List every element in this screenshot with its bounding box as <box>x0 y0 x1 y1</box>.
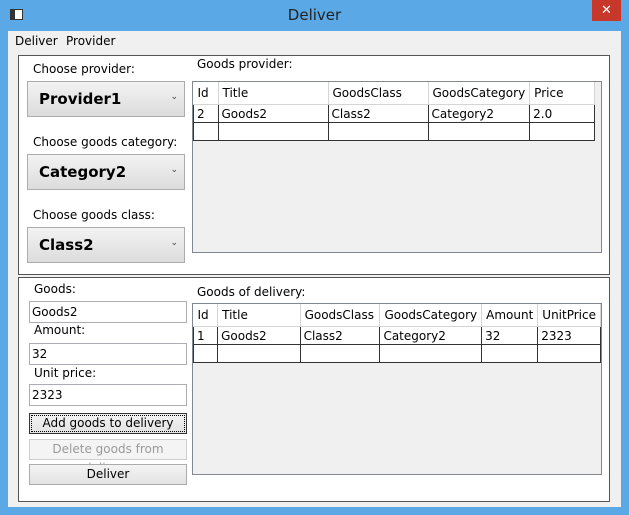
cell-empty[interactable] <box>193 122 219 141</box>
cell-title[interactable]: Goods2 <box>217 326 301 345</box>
cell-empty[interactable] <box>427 122 531 141</box>
category-combobox[interactable]: Category2 ⌄ <box>27 154 185 190</box>
class-value: Class2 <box>39 236 94 254</box>
goods-label: Goods: <box>34 282 76 296</box>
cell-empty[interactable] <box>327 122 429 141</box>
new-row[interactable] <box>193 122 596 141</box>
cell-empty[interactable] <box>217 122 329 141</box>
cell-empty[interactable] <box>217 344 301 363</box>
delete-goods-button[interactable]: Delete goods from delivery <box>29 439 187 475</box>
chevron-down-icon: ⌄ <box>170 92 178 102</box>
category-label: Choose goods category: <box>33 135 178 149</box>
column-header-goodsclass[interactable]: GoodsClass <box>328 82 429 105</box>
column-header-amount[interactable]: Amount <box>481 304 539 327</box>
cell-empty[interactable] <box>193 344 219 363</box>
column-header-unitprice[interactable]: UnitPrice <box>537 304 601 327</box>
provider-combobox[interactable]: Provider1 ⌄ <box>27 81 185 117</box>
grid-header-row: Id Title GoodsClass GoodsCategory Price <box>193 82 596 105</box>
close-icon: ✕ <box>601 3 612 18</box>
cell-empty[interactable] <box>537 344 601 363</box>
client-area: Deliver Provider Choose provider: Provid… <box>8 31 621 507</box>
table-row[interactable]: 1 Goods2 Class2 Category2 32 2323 <box>193 326 601 345</box>
window-title: Deliver <box>287 6 342 24</box>
grid-header-row: Id Title GoodsClass GoodsCategory Amount… <box>193 304 601 327</box>
new-row[interactable] <box>193 344 601 363</box>
amount-field[interactable]: 32 <box>29 343 187 365</box>
cell-title[interactable]: Goods2 <box>217 104 329 123</box>
cell-goodscategory[interactable]: Category2 <box>427 104 531 123</box>
unit-price-label: Unit price: <box>34 366 97 380</box>
column-header-price[interactable]: Price <box>529 82 596 105</box>
provider-value: Provider1 <box>39 90 122 108</box>
cell-goodsclass[interactable]: Class2 <box>299 326 381 345</box>
goods-provider-title: Goods provider: <box>197 57 293 71</box>
cell-empty[interactable] <box>529 122 596 141</box>
cell-goodsclass[interactable]: Class2 <box>327 104 429 123</box>
column-header-goodscategory[interactable]: GoodsCategory <box>428 82 531 105</box>
app-window: Deliver ✕ Deliver Provider Choose provid… <box>0 0 629 515</box>
column-header-id[interactable]: Id <box>193 82 219 105</box>
cell-amount[interactable]: 32 <box>481 326 539 345</box>
menu-deliver[interactable]: Deliver <box>15 34 58 48</box>
chevron-down-icon: ⌄ <box>170 165 178 175</box>
cell-id[interactable]: 2 <box>193 104 219 123</box>
category-value: Category2 <box>39 163 127 181</box>
cell-goodscategory[interactable]: Category2 <box>379 326 483 345</box>
class-combobox[interactable]: Class2 ⌄ <box>27 227 185 263</box>
table-row[interactable]: 2 Goods2 Class2 Category2 2.0 <box>193 104 596 123</box>
title-bar[interactable]: Deliver ✕ <box>0 0 629 31</box>
column-header-title[interactable]: Title <box>218 82 329 105</box>
chevron-down-icon: ⌄ <box>170 238 178 248</box>
goods-of-delivery-title: Goods of delivery: <box>197 285 306 299</box>
cell-empty[interactable] <box>379 344 483 363</box>
goods-provider-grid[interactable]: Id Title GoodsClass GoodsCategory Price … <box>192 81 602 253</box>
close-button[interactable]: ✕ <box>592 0 621 21</box>
column-header-goodsclass[interactable]: GoodsClass <box>300 304 381 327</box>
goods-field[interactable]: Goods2 <box>29 301 187 323</box>
cell-empty[interactable] <box>481 344 539 363</box>
amount-label: Amount: <box>34 323 86 337</box>
menu-bar: Deliver Provider <box>8 31 621 51</box>
column-header-title[interactable]: Title <box>217 304 301 327</box>
column-header-id[interactable]: Id <box>193 304 219 327</box>
add-goods-button[interactable]: Add goods to delivery <box>29 413 187 434</box>
column-header-goodscategory[interactable]: GoodsCategory <box>379 304 483 327</box>
unit-price-field[interactable]: 2323 <box>29 384 187 406</box>
cell-price[interactable]: 2.0 <box>529 104 596 123</box>
menu-provider[interactable]: Provider <box>66 34 115 48</box>
provider-panel: Choose provider: Provider1 ⌄ Choose good… <box>18 55 610 275</box>
cell-empty[interactable] <box>299 344 381 363</box>
provider-label: Choose provider: <box>33 62 135 76</box>
goods-of-delivery-grid[interactable]: Id Title GoodsClass GoodsCategory Amount… <box>192 303 602 475</box>
deliver-button[interactable]: Deliver <box>29 464 187 485</box>
delivery-panel: Goods: Goods2 Amount: 32 Unit price: 232… <box>18 277 610 502</box>
class-label: Choose goods class: <box>33 208 155 222</box>
cell-unitprice[interactable]: 2323 <box>537 326 601 345</box>
cell-id[interactable]: 1 <box>193 326 219 345</box>
